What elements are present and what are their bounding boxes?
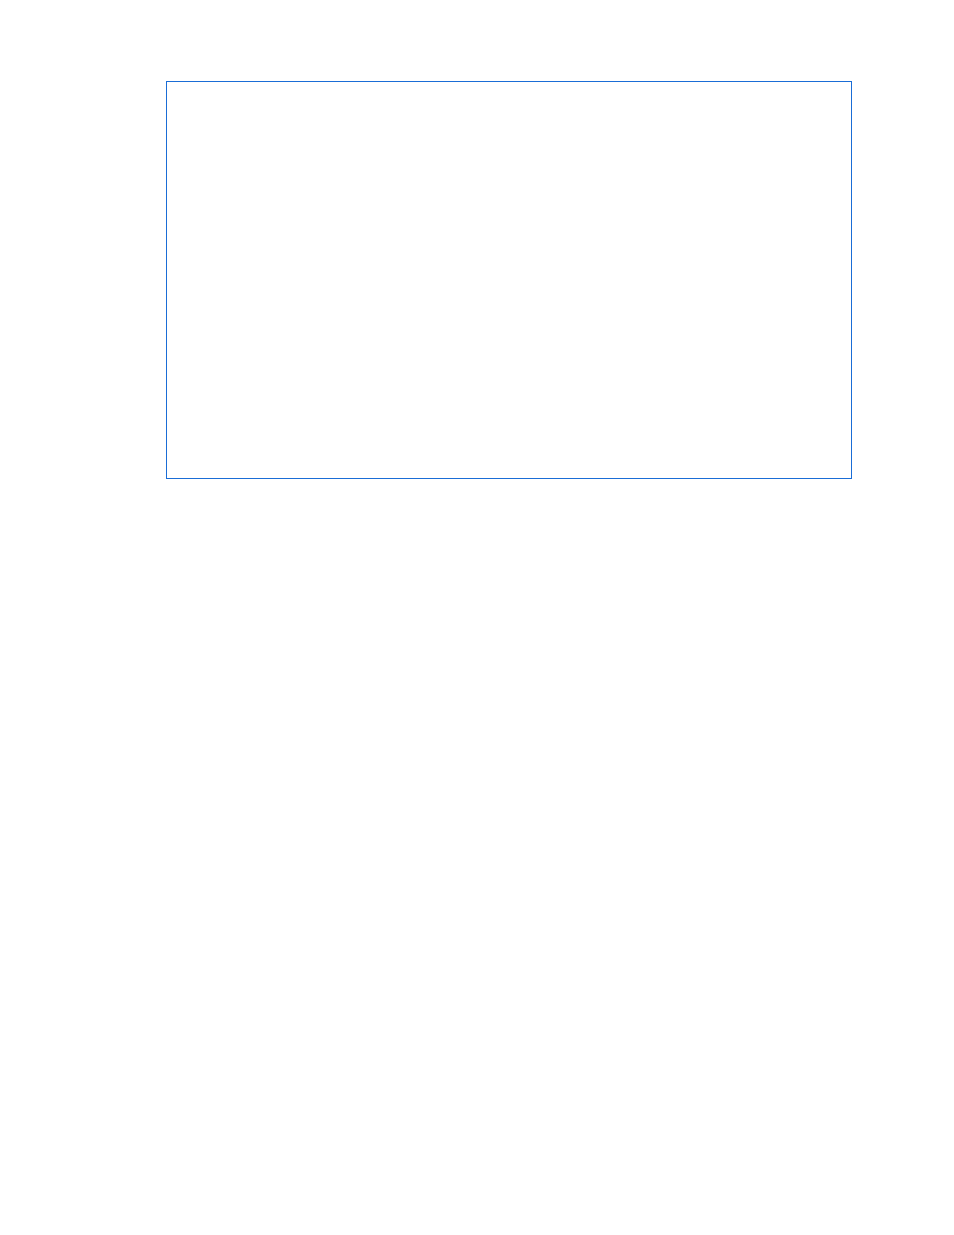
empty-bordered-box bbox=[166, 81, 852, 479]
